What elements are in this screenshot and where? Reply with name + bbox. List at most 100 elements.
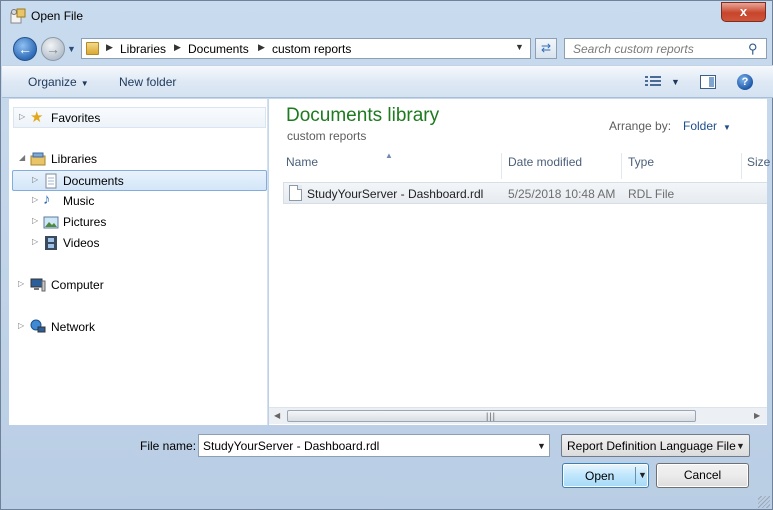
nav-label-libraries: Libraries [51,152,98,166]
open-button[interactable]: Open ▼ [562,463,649,488]
title-bar: Open File x [1,1,772,31]
scrollbar-thumb[interactable]: ||| [287,410,696,422]
nav-label-network: Network [51,320,96,334]
file-date-modified: 5/25/2018 10:48 AM [508,187,616,201]
expand-icon[interactable]: ▷ [32,237,38,246]
star-icon: ★ [30,109,44,126]
library-subtitle: custom reports [287,129,367,143]
folder-icon [86,42,99,55]
horizontal-scrollbar[interactable]: ◀ ||| ▶ [269,407,767,424]
column-divider[interactable] [621,153,622,179]
column-header-size[interactable]: Size [747,155,770,177]
column-divider[interactable] [501,153,502,179]
breadcrumb-libraries[interactable]: Libraries [120,42,166,56]
file-row[interactable]: StudyYourServer - Dashboard.rdl 5/25/201… [283,182,767,204]
nav-label-favorites: Favorites [51,111,101,125]
expand-icon[interactable]: ▷ [19,112,25,121]
music-note-icon: ♪ [43,191,51,208]
open-label: Open [585,469,615,483]
column-header-date-modified[interactable]: Date modified [508,155,582,177]
close-icon: x [739,4,748,19]
change-view-icon[interactable] [645,75,661,88]
nav-item-computer[interactable]: ▷ Computer [13,275,266,296]
search-box: ⚲ [564,38,767,59]
command-toolbar: Organize ▼ New folder ▼ ? [2,65,773,98]
network-icon [30,319,46,333]
expand-icon[interactable]: ▷ [32,175,38,184]
nav-label-music: Music [63,194,95,208]
file-name-label: File name: [140,439,197,453]
file-list-pane: Documents library custom reports Arrange… [269,99,770,425]
file-type-dropdown[interactable]: Report Definition Language File ▼ [561,434,750,457]
chevron-right-icon[interactable]: ▶ [258,42,265,53]
column-header-name[interactable]: Name [286,155,318,177]
nav-item-libraries[interactable]: ◢ Libraries [13,149,266,170]
pictures-icon [43,216,59,229]
scroll-right-icon[interactable]: ▶ [754,411,760,420]
view-options-dropdown[interactable]: ▼ [671,77,680,87]
computer-icon [30,278,46,292]
arrange-by-value: Folder [683,119,718,133]
arrange-by-label: Arrange by: [609,119,672,133]
sort-ascending-icon: ▲ [385,151,393,160]
search-icon[interactable]: ⚲ [748,41,758,57]
file-type-value: Report Definition Language File [567,439,736,453]
recent-locations-dropdown[interactable]: ▼ [67,44,76,54]
scroll-left-icon[interactable]: ◀ [274,411,280,420]
nav-item-music[interactable]: ▷ ♪ Music [13,191,266,212]
breadcrumb-documents[interactable]: Documents [188,42,249,56]
grip-icon: ||| [486,411,497,421]
breadcrumb-custom-reports[interactable]: custom reports [272,42,351,56]
column-divider[interactable] [741,153,742,179]
nav-label-pictures: Pictures [63,215,107,229]
back-button[interactable]: ← [13,37,37,61]
help-icon[interactable]: ? [737,74,753,90]
refresh-icon: ⇄ [540,41,552,55]
arrange-by-dropdown[interactable]: Folder ▼ [683,119,731,133]
nav-label-videos: Videos [63,236,100,250]
chevron-down-icon[interactable]: ▼ [638,470,647,480]
file-name-input[interactable] [199,435,529,456]
arrow-left-icon: ← [18,41,32,57]
search-input[interactable] [565,39,745,58]
address-bar[interactable]: ▶ Libraries ▶ Documents ▶ custom reports… [81,38,531,59]
resize-grip[interactable] [758,496,770,508]
chevron-right-icon[interactable]: ▶ [106,42,113,53]
expand-icon[interactable]: ▷ [32,195,38,204]
nav-item-pictures[interactable]: ▷ Pictures [13,212,266,233]
navigation-pane: ▷ ★ Favorites ◢ Libraries ▷ Documents ▷ … [9,99,268,425]
library-title: Documents library [286,105,440,126]
file-icon [289,185,302,201]
column-header-type[interactable]: Type [628,155,654,177]
nav-item-favorites[interactable]: ▷ ★ Favorites [13,107,266,128]
collapse-icon[interactable]: ◢ [19,153,25,162]
nav-label-computer: Computer [51,278,104,292]
nav-item-network[interactable]: ▷ Network [13,317,266,338]
film-strip-icon [45,236,57,250]
forward-button[interactable]: → [41,37,65,61]
nav-item-videos[interactable]: ▷ Videos [13,233,266,254]
file-name-combobox: ▼ [198,434,550,457]
chevron-down-icon[interactable]: ▼ [537,441,546,451]
chevron-down-icon: ▼ [723,123,731,132]
split-divider [635,467,636,484]
chevron-right-icon[interactable]: ▶ [174,42,181,53]
app-icon [10,8,26,24]
chevron-down-icon: ▼ [80,79,89,88]
expand-icon[interactable]: ▷ [18,279,24,288]
window-title: Open File [31,9,84,23]
close-button[interactable]: x [721,2,766,22]
open-file-dialog: Open File x ← → ▼ ▶ Libraries ▶ Document… [0,0,773,510]
nav-item-documents[interactable]: ▷ Documents [12,170,267,191]
preview-pane-icon[interactable] [700,75,716,89]
refresh-button[interactable]: ⇄ [535,38,557,59]
expand-icon[interactable]: ▷ [32,216,38,225]
new-folder-button[interactable]: New folder [119,75,176,89]
arrow-right-icon: → [46,41,60,57]
expand-icon[interactable]: ▷ [18,321,24,330]
library-icon [30,152,46,166]
file-name: StudyYourServer - Dashboard.rdl [307,187,484,201]
organize-button[interactable]: Organize ▼ [28,75,89,89]
address-history-dropdown[interactable]: ▼ [515,42,524,52]
cancel-button[interactable]: Cancel [656,463,749,488]
